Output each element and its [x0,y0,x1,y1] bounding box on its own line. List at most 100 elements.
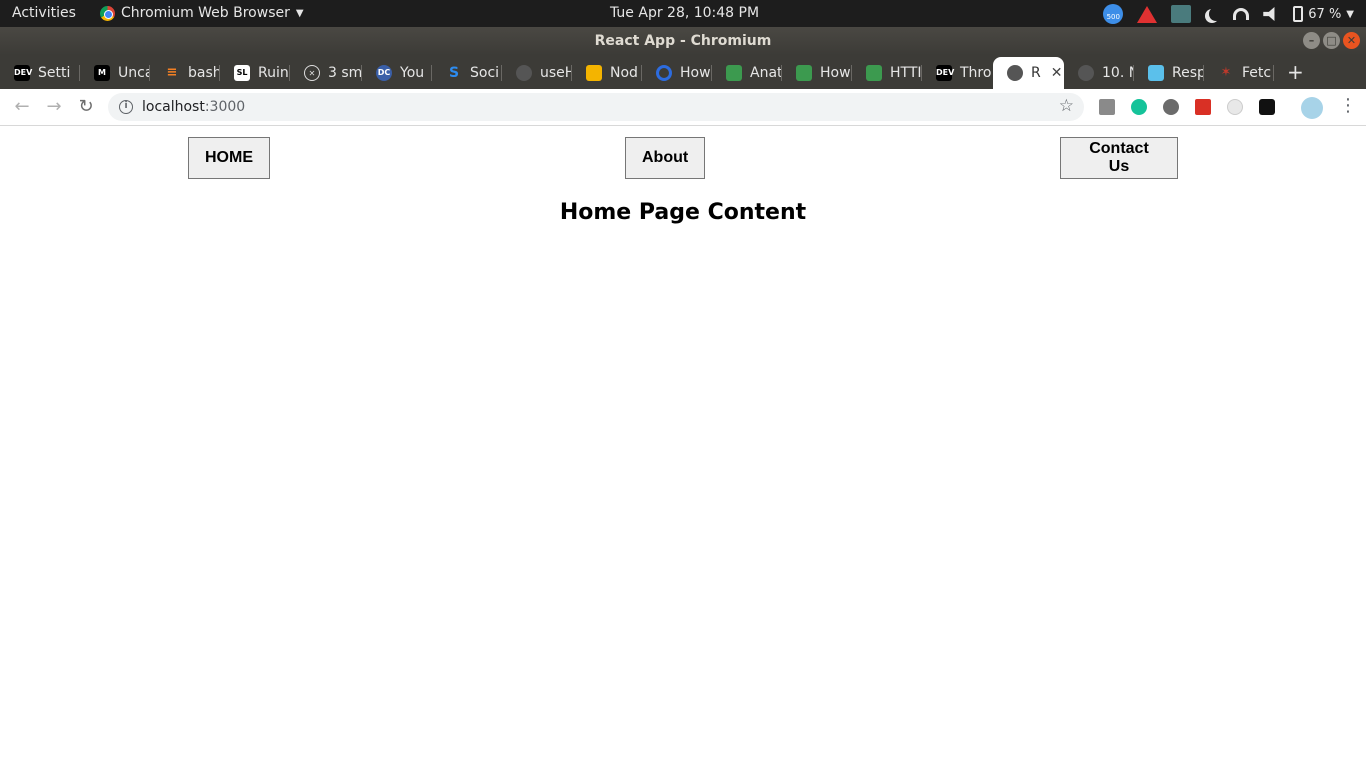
globe-icon [516,65,532,81]
stackoverflow-icon: ≡ [166,65,178,80]
more-menu-icon[interactable]: ⋮ [1339,95,1357,116]
bookmark-star-icon[interactable]: ☆ [1059,96,1074,116]
tab-label: useH [540,65,572,81]
tab[interactable]: DC You [362,57,432,89]
tab-label: How [680,65,711,81]
tab-label: 3 sm [328,65,362,81]
window-title: React App - Chromium [594,33,772,49]
battery-percent: 67 % [1308,6,1342,22]
tab-label: How [820,65,851,81]
tab-label: Nod [610,65,638,81]
tab-label: You [400,65,425,81]
tab-active[interactable]: R ✕ [993,57,1064,89]
system-monitor-icon[interactable] [1171,5,1192,23]
wifi-icon[interactable] [1233,8,1250,20]
close-window-button[interactable]: ✕ [1343,32,1360,49]
tab-label: HTTI [890,65,922,81]
tab[interactable]: ✕ 3 sm [290,57,362,89]
extension-clock-icon[interactable] [1227,99,1243,115]
node-icon [796,65,812,81]
tab[interactable]: ≡ bash [150,57,220,89]
url-host: localhost [142,99,205,115]
about-button[interactable]: About [625,137,705,179]
tab-label: Resp [1172,65,1204,81]
tab[interactable]: SL Ruin [220,57,290,89]
battery-icon [1293,6,1304,22]
tab-label: Ruin [258,65,289,81]
clock[interactable]: Tue Apr 28, 10:48 PM [610,5,759,21]
tab-label: Unca [118,65,150,81]
chevron-down-icon: ▼ [295,7,304,19]
node-icon [866,65,882,81]
tab-label: R [1031,65,1041,81]
tab-label: bash [188,65,220,81]
volume-icon[interactable] [1263,7,1275,21]
tab[interactable]: How [782,57,852,89]
tab[interactable]: ✶ Fetc [1204,57,1274,89]
slides-icon [586,65,602,81]
back-button[interactable]: ← [12,97,32,117]
url-text: localhost:3000 [142,99,245,115]
chevron-down-icon: ▼ [1346,8,1354,20]
dev-icon: DEV [14,65,32,81]
extension-red-icon[interactable] [1195,99,1211,115]
warning-icon[interactable] [1137,5,1158,23]
new-tab-button[interactable]: + [1287,62,1304,82]
tab-label: Soci [470,65,500,81]
globe-icon [1078,65,1094,81]
extension-paw-icon[interactable] [1259,99,1275,115]
node-icon [726,65,742,81]
window-controls: – □ ✕ [1303,32,1360,49]
battery-indicator[interactable]: 67 % ▼ [1293,6,1354,22]
tab[interactable]: useH [502,57,572,89]
night-light-icon[interactable] [1209,7,1223,21]
update-notifier-icon[interactable]: 500 [1103,4,1124,24]
window-title-bar: React App - Chromium – □ ✕ [0,27,1366,55]
page-viewport: HOME About Contact Us Home Page Content [0,127,1366,768]
tab[interactable]: How [642,57,712,89]
sl-icon: SL [234,65,250,81]
minimize-button[interactable]: – [1303,32,1320,49]
close-tab-icon[interactable]: ✕ [1051,65,1063,81]
bookmark-icon [1148,65,1164,81]
page-heading: Home Page Content [559,200,807,225]
x-circle-icon: ✕ [304,65,320,81]
tab[interactable]: S Soci [432,57,502,89]
chromium-icon [100,5,115,21]
contact-us-button[interactable]: Contact Us [1060,137,1178,179]
tab-label: 10. N [1102,65,1134,81]
tab[interactable]: Nod [572,57,642,89]
extension-copy-icon[interactable] [1099,99,1115,115]
medium-icon: M [94,65,110,81]
tab-label: Thro [960,65,992,81]
grammarly-icon[interactable] [1131,99,1147,115]
tab[interactable]: DEV Setti [0,57,80,89]
browser-toolbar: ← → ↻ i localhost:3000 ☆ ⋮ [0,89,1366,126]
tab[interactable]: 10. N [1064,57,1134,89]
dc-icon: DC [376,65,392,81]
dev-icon: DEV [936,65,954,81]
system-top-bar: Activities Chromium Web Browser ▼ Tue Ap… [0,0,1366,27]
url-port: :3000 [204,99,246,115]
tab[interactable]: M Unca [80,57,150,89]
maximize-button[interactable]: □ [1323,32,1340,49]
activities-button[interactable]: Activities [12,5,76,21]
tab-label: Anat [750,65,782,81]
reload-button[interactable]: ↻ [76,97,96,117]
tab-label: Setti [38,65,71,81]
address-bar[interactable]: i localhost:3000 ☆ [108,93,1084,121]
tab[interactable]: Resp [1134,57,1204,89]
app-menu[interactable]: Chromium Web Browser ▼ [100,5,304,21]
extension-compass-icon[interactable] [1163,99,1179,115]
tab-strip: DEV Setti M Unca ≡ bash SL Ruin ✕ 3 sm D… [0,55,1366,89]
tab[interactable]: HTTI [852,57,922,89]
s-icon: S [448,65,460,81]
info-icon[interactable]: i [119,100,133,114]
globe-icon [1007,65,1023,81]
profile-avatar[interactable] [1301,97,1323,119]
forward-button[interactable]: → [44,97,64,117]
home-button[interactable]: HOME [188,137,270,179]
tab[interactable]: DEV Thro [922,57,992,89]
system-tray: 500 67 % ▼ [1103,4,1354,24]
tab[interactable]: Anat [712,57,782,89]
